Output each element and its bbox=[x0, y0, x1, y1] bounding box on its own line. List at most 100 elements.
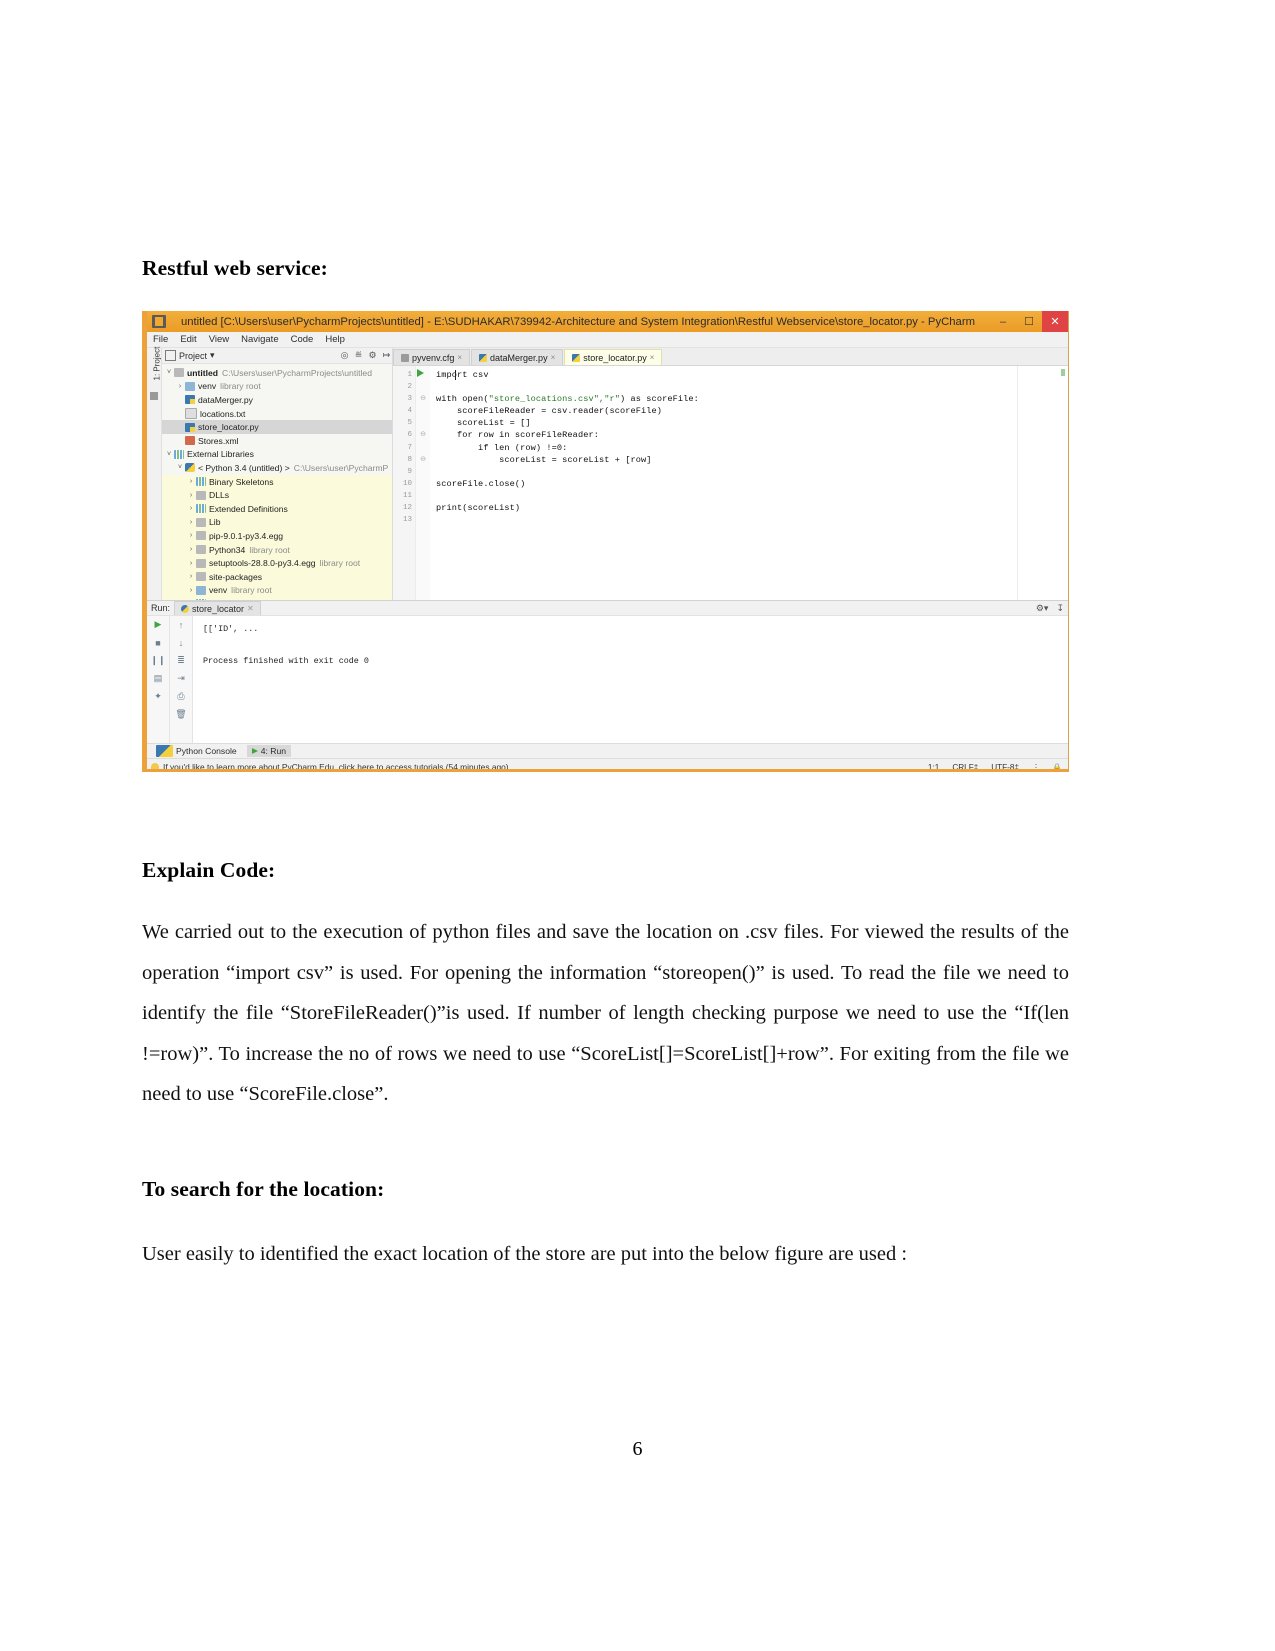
collapse-all-icon[interactable]: ≝ bbox=[353, 350, 364, 361]
window-title: untitled [C:\Users\user\PycharmProjects\… bbox=[180, 315, 976, 328]
editor-tab[interactable]: dataMerger.py × bbox=[471, 349, 564, 365]
line-separator[interactable]: CRLF‡ bbox=[952, 763, 978, 770]
editor-tab[interactable]: store_locator.py × bbox=[564, 349, 663, 365]
code-line: print(scoreList) bbox=[436, 503, 521, 514]
tree-item[interactable]: › Python34 library root bbox=[162, 542, 392, 557]
pause-icon[interactable]: ❙❙ bbox=[150, 655, 165, 666]
scroll-to-end-icon[interactable]: ⇥ bbox=[176, 673, 187, 684]
run-configuration-tab[interactable]: store_locator ✕ bbox=[174, 601, 261, 615]
up-arrow-icon[interactable]: ↑ bbox=[176, 619, 187, 630]
menu-item-help[interactable]: Help bbox=[325, 334, 345, 345]
paragraph-search-location: User easily to identified the exact loca… bbox=[142, 1243, 908, 1265]
status-tip-text[interactable]: If you'd like to learn more about PyChar… bbox=[163, 762, 509, 769]
lib-icon bbox=[196, 477, 206, 487]
tree-item[interactable]: ˅ untitled C:\Users\user\PycharmProjects\u… bbox=[162, 366, 392, 380]
down-arrow-icon[interactable]: ↓ bbox=[176, 637, 187, 648]
rerun-icon[interactable]: ▶ bbox=[153, 619, 164, 630]
tree-item[interactable]: › venv library root bbox=[162, 583, 392, 598]
print-icon[interactable]: ⎙ bbox=[176, 691, 187, 702]
close-button[interactable]: ✕ bbox=[1042, 311, 1068, 332]
dump-threads-icon[interactable]: ▤ bbox=[153, 673, 164, 684]
tree-expand-icon[interactable]: › bbox=[175, 383, 185, 390]
tree-expand-icon[interactable]: › bbox=[186, 492, 196, 499]
editor-tab[interactable]: pyvenv.cfg × bbox=[393, 349, 471, 365]
fold-toggle-icon[interactable]: ⊖ bbox=[416, 429, 430, 441]
tree-item[interactable]: locations.txt bbox=[162, 407, 392, 421]
pin-icon[interactable]: ✦ bbox=[153, 691, 164, 702]
close-icon[interactable]: × bbox=[457, 353, 462, 362]
tree-item[interactable]: ˅ < Python 3.4 (untitled) > C:\Users\user\… bbox=[162, 461, 392, 475]
hide-icon[interactable]: ↧ bbox=[1056, 603, 1064, 614]
soft-wrap-icon[interactable]: ≣ bbox=[176, 655, 187, 666]
run-gutter-icon[interactable] bbox=[417, 369, 424, 377]
line-number: 5 bbox=[407, 419, 412, 428]
tree-expand-icon[interactable]: › bbox=[186, 560, 196, 567]
tree-expand-icon[interactable]: › bbox=[186, 505, 196, 512]
tab-run[interactable]: 4: Run bbox=[246, 745, 292, 757]
tab-python-console[interactable]: Python Console bbox=[151, 745, 242, 757]
code-folding-column[interactable]: ⊖ ⊖ ⊖ bbox=[416, 366, 430, 600]
code-editor[interactable]: 1 2 3 4 5 6 7 8 9 10 11 12 13 ⊖ ⊖ ⊖ import csv with op… bbox=[393, 366, 1068, 600]
code-text[interactable]: import csv with open("store_locations.cs… bbox=[430, 366, 1068, 600]
run-console-output[interactable]: [['ID', ... Process finished with exit c… bbox=[193, 616, 1068, 743]
tree-expand-icon[interactable]: › bbox=[186, 478, 196, 485]
py-file-icon bbox=[479, 353, 488, 362]
tree-item[interactable]: › pip-9.0.1-py3.4.egg bbox=[162, 529, 392, 543]
folder-icon bbox=[196, 490, 206, 500]
tree-item-path: library root bbox=[319, 558, 361, 569]
tree-expand-icon[interactable]: › bbox=[186, 532, 196, 539]
line-number: 8 bbox=[407, 455, 412, 464]
close-icon[interactable]: × bbox=[551, 353, 556, 362]
tree-item[interactable]: › site-packages bbox=[162, 569, 392, 584]
lock-icon[interactable]: 🔒 bbox=[1052, 763, 1062, 770]
tree-item[interactable]: › setuptools-28.8.0-py3.4.egg library root bbox=[162, 556, 392, 570]
tree-item[interactable]: › DLLs bbox=[162, 488, 392, 502]
fold-toggle-icon[interactable]: ⊖ bbox=[416, 393, 430, 405]
tree-item[interactable]: store_locator.py bbox=[162, 420, 392, 434]
caret-position[interactable]: 1:1 bbox=[928, 763, 939, 770]
code-line: for row in scoreFileReader: bbox=[436, 430, 599, 441]
encoding[interactable]: UTF-8‡ bbox=[991, 763, 1019, 770]
structure-icon[interactable] bbox=[150, 392, 158, 400]
scrollbar-marker[interactable] bbox=[1061, 369, 1065, 376]
tree-expand-icon[interactable]: › bbox=[186, 519, 196, 526]
indent-icon[interactable]: ⋮ bbox=[1032, 763, 1041, 770]
folderb-icon bbox=[185, 381, 195, 391]
tree-item[interactable]: › Lib bbox=[162, 515, 392, 530]
maximize-button[interactable]: ☐ bbox=[1016, 311, 1042, 332]
tree-expand-icon[interactable]: ˅ bbox=[164, 369, 174, 376]
menu-item-code[interactable]: Code bbox=[291, 334, 314, 345]
tree-item[interactable]: › venv library root bbox=[162, 380, 392, 394]
menu-item-view[interactable]: View bbox=[209, 334, 229, 345]
close-icon[interactable]: × bbox=[650, 353, 655, 362]
tree-expand-icon[interactable]: ˅ bbox=[164, 451, 174, 458]
minimize-button[interactable]: – bbox=[990, 311, 1016, 332]
tree-item-label: locations.txt bbox=[200, 408, 246, 419]
fold-toggle-icon[interactable]: ⊖ bbox=[416, 454, 430, 466]
tree-item[interactable]: Stores.xml bbox=[162, 434, 392, 448]
tree-item[interactable]: dataMerger.py bbox=[162, 393, 392, 407]
sidebar-item-project[interactable]: 1: Project bbox=[153, 341, 162, 381]
tree-expand-icon[interactable]: › bbox=[186, 587, 196, 594]
tree-item[interactable]: ›Typeshed Stubs bbox=[162, 597, 392, 600]
hide-icon[interactable]: ↦ bbox=[381, 350, 392, 361]
tree-expand-icon[interactable]: › bbox=[186, 546, 196, 553]
stop-icon[interactable]: ■ bbox=[153, 637, 164, 648]
menu-item-edit[interactable]: Edit bbox=[180, 334, 196, 345]
menu-item-navigate[interactable]: Navigate bbox=[241, 334, 279, 345]
gear-icon[interactable]: ⚙▾ bbox=[1036, 603, 1049, 614]
window-titlebar: untitled [C:\Users\user\PycharmProjects\… bbox=[147, 311, 1068, 332]
tree-item[interactable]: › Binary Skeletons bbox=[162, 474, 392, 489]
gear-icon[interactable]: ⚙ bbox=[367, 350, 378, 361]
tree-item[interactable]: › Extended Definitions bbox=[162, 501, 392, 516]
tree-expand-icon[interactable]: ˅ bbox=[175, 464, 185, 471]
editor-tabstrip[interactable]: pyvenv.cfg × dataMerger.py × store_locator.p… bbox=[393, 348, 1068, 366]
project-tree[interactable]: ˅ untitled C:\Users\user\PycharmProjects\u… bbox=[162, 364, 392, 600]
target-icon[interactable]: ◎ bbox=[339, 350, 350, 361]
tree-expand-icon[interactable]: › bbox=[186, 573, 196, 580]
chevron-down-icon[interactable]: ▾ bbox=[210, 350, 215, 361]
run-toolbar-left: ▶ ■ ❙❙ ▤ ✦ bbox=[147, 616, 170, 743]
trash-icon[interactable]: 🗑 bbox=[175, 709, 186, 720]
tree-item[interactable]: ˅ External Libraries bbox=[162, 448, 392, 462]
